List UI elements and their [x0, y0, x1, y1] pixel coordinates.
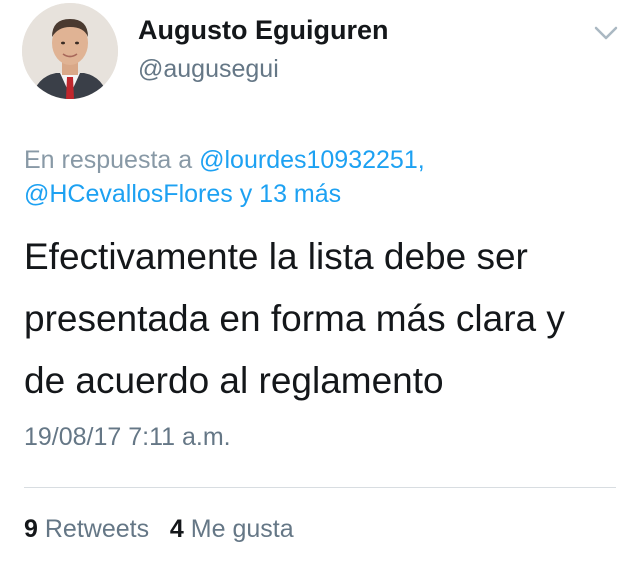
retweets-count: 9	[24, 515, 38, 543]
tweet-text-line-3: de acuerdo al reglamento	[24, 360, 444, 401]
avatar-image	[22, 3, 118, 99]
mention-separator: ,	[417, 146, 425, 174]
author-handle[interactable]: @augusegui	[138, 55, 279, 84]
mention-link-2[interactable]: @HCevallosFlores	[24, 180, 233, 208]
reply-context: En respuesta a @lourdes10932251, @HCeval…	[24, 143, 614, 211]
tweet-text: Efectivamente la lista debe ser presenta…	[24, 226, 624, 412]
author-avatar[interactable]	[22, 3, 118, 99]
tweet-stats: 9 Retweets 4 Me gusta	[24, 515, 294, 544]
author-name[interactable]: Augusto Eguiguren	[138, 15, 388, 46]
tweet-text-line-1: Efectivamente la lista debe ser	[24, 236, 528, 277]
mention-link-1[interactable]: @lourdes10932251,	[199, 146, 425, 174]
retweets-stat[interactable]: 9 Retweets	[24, 515, 149, 543]
mention-1-text: @lourdes10932251	[199, 146, 418, 174]
likes-count: 4	[169, 515, 184, 543]
likes-label: Me gusta	[190, 515, 294, 543]
chevron-down-icon[interactable]	[592, 22, 620, 44]
reply-prefix: En respuesta a	[24, 146, 193, 174]
reply-others-link[interactable]: y 13 más	[240, 180, 341, 208]
tweet-text-line-2: presentada en forma más clara y	[24, 298, 565, 339]
retweets-label: Retweets	[44, 515, 150, 543]
tweet-timestamp: 19/08/17 7:11 a.m.	[24, 423, 231, 451]
likes-stat[interactable]: 4 Me gusta	[170, 515, 294, 543]
divider	[24, 487, 616, 488]
